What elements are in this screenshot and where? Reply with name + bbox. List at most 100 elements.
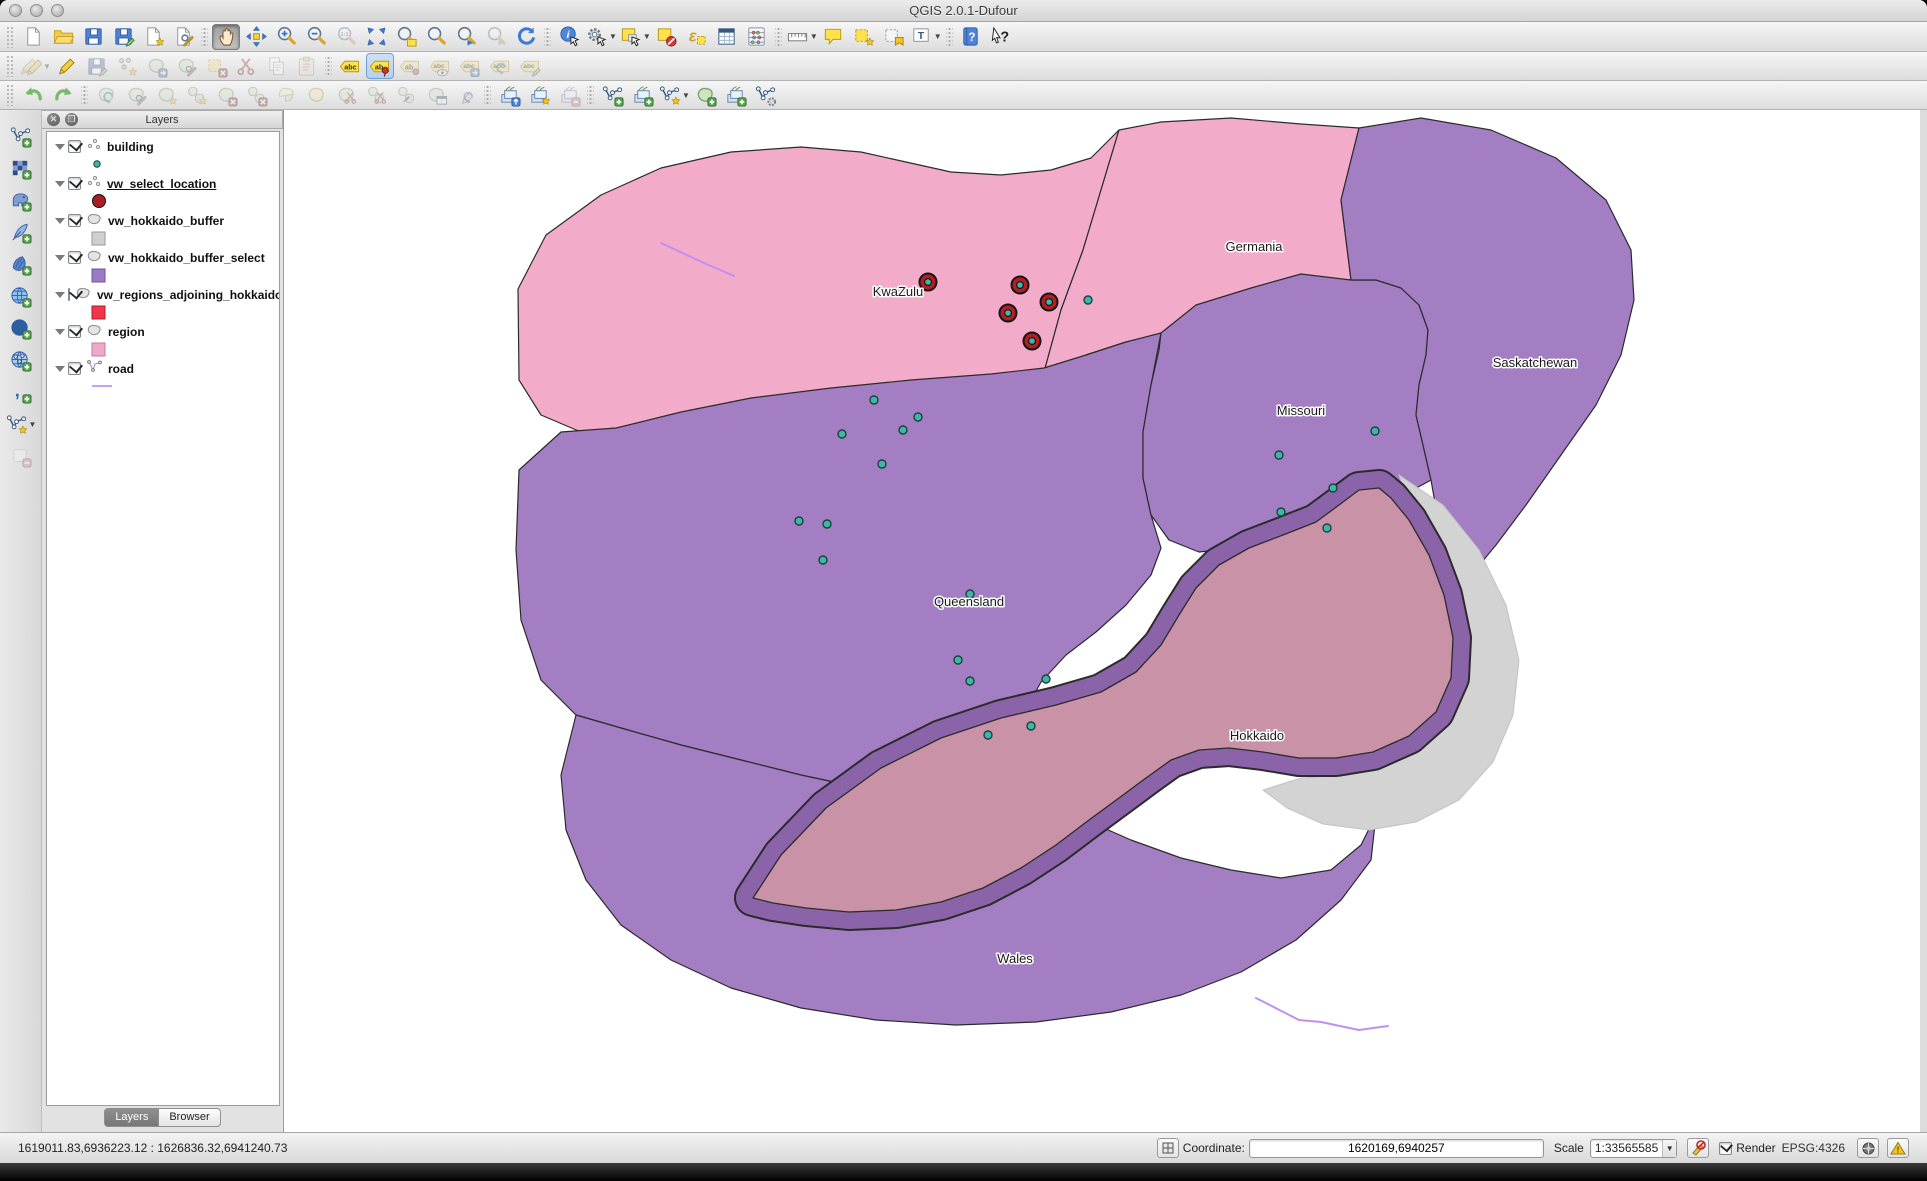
deselect-features-button[interactable] — [653, 24, 681, 50]
help-button[interactable]: ? — [957, 24, 985, 50]
crs-status-icon[interactable] — [1857, 1138, 1879, 1158]
select-features-button[interactable]: ▼ — [619, 24, 651, 50]
stop-render-icon[interactable] — [1687, 1138, 1709, 1158]
expand-triangle-icon[interactable] — [55, 181, 65, 187]
layer-visibility-checkbox[interactable] — [68, 362, 81, 375]
toggle-editing-button[interactable] — [53, 53, 81, 79]
add-wfs-layer-button[interactable] — [7, 347, 35, 373]
expand-triangle-icon[interactable] — [55, 255, 65, 261]
identify-features-button[interactable]: i — [555, 24, 583, 50]
pan-map-button[interactable] — [212, 24, 240, 50]
add-wms-layer-button[interactable] — [7, 283, 35, 309]
layer-import-button[interactable] — [495, 82, 523, 108]
run-feature-action-button[interactable]: ▼ — [585, 24, 617, 50]
scale-combobox[interactable]: 1:33565585 ▼ — [1590, 1139, 1677, 1158]
extent-coordinates: 1619011.83,6936223.12 : 1626836.32,69412… — [18, 1141, 287, 1155]
layer-visibility-checkbox[interactable] — [68, 325, 81, 338]
current-edits-button: ▼ — [19, 53, 51, 79]
building-point — [823, 520, 831, 528]
mouse-position-toggle-icon[interactable] — [1157, 1138, 1179, 1158]
expand-triangle-icon[interactable] — [55, 366, 65, 372]
map-canvas[interactable]: KwaZuluGermaniaSaskatchewanMissouriQueen… — [283, 110, 1920, 1132]
expand-triangle-icon[interactable] — [55, 292, 65, 298]
layer-name[interactable]: vw_select_location — [107, 177, 216, 191]
redo-button[interactable] — [49, 82, 77, 108]
new-bookmark-button[interactable] — [850, 24, 878, 50]
pin-labels-button[interactable]: ab — [366, 53, 394, 79]
expand-triangle-icon[interactable] — [55, 144, 65, 150]
add-wcs-layer-button[interactable] — [7, 315, 35, 341]
union-tool-button[interactable] — [692, 82, 720, 108]
expand-triangle-icon[interactable] — [55, 218, 65, 224]
select-by-location-button[interactable] — [598, 82, 626, 108]
new-shapefile-button[interactable]: ▼ — [5, 411, 37, 437]
add-raster-layer-button[interactable] — [7, 155, 35, 181]
attribute-table-button[interactable] — [713, 24, 741, 50]
new-composer-button[interactable] — [139, 24, 167, 50]
render-checkbox[interactable] — [1719, 1142, 1732, 1155]
whats-this-button[interactable]: ? — [987, 24, 1015, 50]
panel-tab-layers[interactable]: Layers — [104, 1108, 158, 1127]
layer-visibility-checkbox[interactable] — [68, 251, 81, 264]
undo-button[interactable] — [19, 82, 47, 108]
zoom-to-selection-button[interactable] — [422, 24, 450, 50]
zoom-last-button[interactable] — [452, 24, 480, 50]
layer-name[interactable]: road — [108, 362, 134, 376]
merge-attributes-button — [422, 82, 450, 108]
rotate-feature-button — [92, 82, 120, 108]
layer-name[interactable]: vw_hokkaido_buffer — [108, 214, 224, 228]
toolbar-separator — [946, 26, 953, 48]
building-point — [1275, 451, 1283, 459]
buffer-tool-button[interactable] — [752, 82, 780, 108]
spatial-query-button[interactable]: ▼ — [658, 82, 690, 108]
title-bar: QGIS 2.0.1-Dufour — [0, 0, 1927, 22]
selected-location-point — [1012, 277, 1029, 294]
select-by-expression-button[interactable]: ε — [683, 24, 711, 50]
status-bar: 1619011.83,6936223.12 : 1626836.32,69412… — [0, 1132, 1927, 1163]
svg-text:!: ! — [1897, 1145, 1900, 1154]
layer-visibility-checkbox[interactable] — [68, 140, 81, 153]
map-label-saskatchewan: Saskatchewan — [1493, 355, 1578, 370]
add-delimited-text-button[interactable]: , — [7, 379, 35, 405]
add-postgis-layer-button[interactable] — [7, 187, 35, 213]
zoom-in-button[interactable] — [272, 24, 300, 50]
layer-visibility-checkbox[interactable] — [68, 177, 81, 190]
panel-tab-browser[interactable]: Browser — [158, 1108, 220, 1127]
pan-to-selection-button[interactable] — [242, 24, 270, 50]
map-tips-button[interactable] — [820, 24, 848, 50]
save-project-button[interactable] — [79, 24, 107, 50]
layer-new-button[interactable] — [525, 82, 553, 108]
zoom-out-button[interactable] — [302, 24, 330, 50]
chevron-down-icon[interactable]: ▼ — [1662, 1140, 1676, 1157]
map-label-wales: Wales — [997, 951, 1033, 966]
layer-name[interactable]: vw_regions_adjoining_hokkaido — [97, 288, 280, 302]
refresh-map-button[interactable] — [512, 24, 540, 50]
expand-triangle-icon[interactable] — [55, 329, 65, 335]
add-mssql-layer-button[interactable] — [7, 251, 35, 277]
add-vector-layer-button[interactable] — [7, 123, 35, 149]
save-project-as-button[interactable] — [109, 24, 137, 50]
zoom-to-layer-button[interactable] — [392, 24, 420, 50]
open-project-button[interactable] — [49, 24, 77, 50]
svg-text:?: ? — [1001, 29, 1010, 45]
zoom-full-button[interactable] — [362, 24, 390, 50]
extract-by-location-button[interactable] — [628, 82, 656, 108]
labeling-button[interactable]: abc — [336, 53, 364, 79]
measure-button[interactable]: ▼ — [786, 24, 818, 50]
clip-tool-button[interactable] — [722, 82, 750, 108]
add-spatialite-layer-button[interactable] — [7, 219, 35, 245]
new-project-button[interactable] — [19, 24, 47, 50]
layer-name[interactable]: region — [108, 325, 145, 339]
layer-visibility-checkbox[interactable] — [68, 288, 70, 301]
layer-name[interactable]: vw_hokkaido_buffer_select — [108, 251, 265, 265]
chevron-down-icon: ▼ — [609, 32, 617, 41]
field-calculator-button[interactable] — [743, 24, 771, 50]
show-bookmarks-button[interactable] — [880, 24, 908, 50]
building-point — [954, 656, 962, 664]
composer-manager-button[interactable] — [169, 24, 197, 50]
text-annotation-button[interactable]: T▼ — [910, 24, 942, 50]
coordinate-input[interactable] — [1249, 1139, 1544, 1158]
message-log-icon[interactable]: ! — [1887, 1138, 1909, 1158]
layer-visibility-checkbox[interactable] — [68, 214, 81, 227]
layer-name[interactable]: building — [107, 140, 154, 154]
